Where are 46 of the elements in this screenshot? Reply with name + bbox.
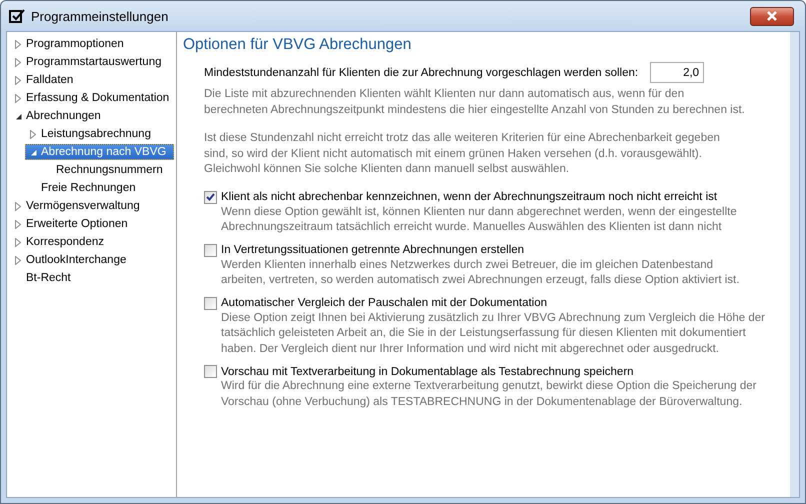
tree-item[interactable]: Korrespondenz [10, 234, 109, 250]
tree-item[interactable]: Freie Rechnungen [25, 180, 141, 196]
collapsed-arrow-icon[interactable] [15, 94, 21, 102]
collapsed-arrow-icon[interactable] [15, 58, 21, 66]
collapsed-arrow-icon[interactable] [30, 130, 36, 138]
tree-item[interactable]: Vermögensverwaltung [10, 198, 145, 214]
close-button[interactable] [750, 6, 794, 26]
checkmark-icon [206, 193, 215, 201]
tree-item[interactable]: Erfassung & Dokumentation [10, 90, 174, 106]
checkbox[interactable] [204, 244, 217, 256]
option-label[interactable]: In Vertretungssituationen getrennte Abrechnungen erstellen [221, 244, 524, 256]
tree-item[interactable]: Programmstartauswertung [10, 54, 166, 70]
help-text: Die Liste mit abzurechnenden Klienten wählt Klienten nur dann automatisch aus, wenn für den berechneten Abrechnungszeitpunkt mindestens die hier eingestellte Anzahl von Stunden zu berechnen ist. [204, 87, 746, 118]
tree-item[interactable]: OutlookInterchange [10, 252, 132, 268]
window-title: Programmeinstellungen [31, 8, 170, 24]
option-description: Werden Klienten innerhalb eines Netzwerkes durch zwei Betreuer, die im gleichen Datenbestand arbeiten, vertreten, so werden automatisch zwei Abrechnungen erzeugt, falls diese Option aktiviert ist. [221, 258, 740, 288]
expanded-arrow-icon[interactable] [14, 112, 22, 120]
option-label[interactable]: Klient als nicht abrechenbar kennzeichnen, wenn der Abrechnungszeitraum noch nicht erreicht ist [221, 191, 718, 203]
tree-item[interactable]: Bt-Recht [10, 270, 76, 286]
collapsed-arrow-icon[interactable] [15, 220, 21, 228]
hours-input-field[interactable]: 2,0 [650, 62, 704, 83]
collapsed-arrow-icon[interactable] [15, 238, 21, 246]
option-label[interactable]: Vorschau mit Textverarbeitung in Dokumentablage als Testabrechnung speichern [221, 366, 634, 378]
option-label[interactable]: Automatischer Vergleich der Pauschalen mit der Dokumentation [221, 297, 548, 309]
checkbox[interactable] [204, 365, 217, 378]
tree-item[interactable]: Abrechnung nach VBVG [25, 144, 174, 160]
collapsed-arrow-icon[interactable] [15, 202, 21, 210]
settings-checkbox-icon [9, 9, 25, 23]
collapsed-arrow-icon[interactable] [15, 256, 21, 264]
tree-item[interactable]: Abrechnungen [10, 108, 106, 124]
tree-item[interactable]: Programmoptionen [10, 36, 129, 52]
close-icon [766, 11, 778, 21]
tree-item[interactable]: Erweiterte Optionen [10, 216, 133, 232]
section-heading: Optionen für VBVG Abrechungen [183, 36, 412, 54]
checkbox[interactable] [204, 190, 217, 204]
option-description: Diese Option zeigt Ihnen bei Aktivierung zusätzlich zu Ihrer VBVG Abrechnung zum Vergleich die Höhe der tatsächlich geleisteten Arbeit an, die Sie in der Leistungserfassung für diesen Klienten mit dokumentiert haben. Der Vergleich dient nur Ihrer Information und wird nicht mit abgerechnet oder ausgedruckt. [221, 310, 766, 356]
checkbox[interactable] [204, 296, 217, 310]
tree-item[interactable]: Rechnungsnummern [40, 162, 168, 178]
option-description: Wird für die Abrechnung eine externe Textverarbeitung genutzt, bewirkt diese Option die Speicherung der Vorschau (ohne Verbuchung) als TESTABRECHNUNG in der Dokumentenablage der Büroverwaltung. [221, 379, 758, 410]
option-description: Wenn diese Option gewählt ist, können Klienten nur dann abgerechnet werden, wenn der eingestellte Abrechnungszeitraum tatsächlich erreicht wurde. Manuelles Auswählen des Klienten ist dann nicht [221, 204, 738, 235]
help-text: Ist diese Stundenzahl nicht erreicht trotz das alle weiteren Kriterien für eine Abrechenbarkeit gegeben sind, so wird der Klient nicht automatisch mit einem grünen Haken versehen (d.h. vorausgewählt). Gleichwohl können Sie solche Klienten dann manuell selbst auswählen. [204, 131, 721, 177]
tree-item[interactable]: Leistungsabrechnung [25, 126, 156, 142]
collapsed-arrow-icon[interactable] [15, 76, 21, 84]
tree-item[interactable]: Falldaten [10, 72, 78, 88]
collapsed-arrow-icon[interactable] [15, 40, 21, 48]
field-label: Mindeststundenanzahl für Klienten die zur Abrechnung vorgeschlagen werden sollen: [204, 66, 638, 78]
